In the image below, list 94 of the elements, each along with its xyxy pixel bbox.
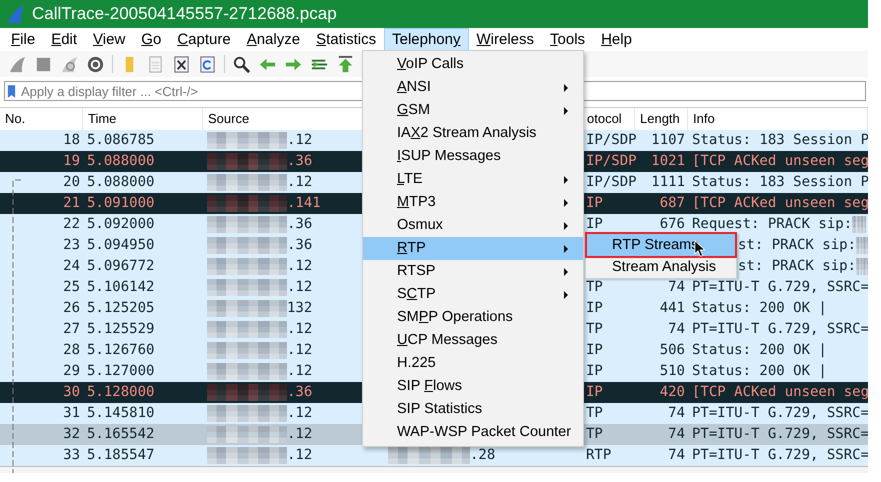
table-cell-text: PT=ITU-T G.729, SSRC= (692, 425, 868, 444)
table-cell-text: 506 (660, 341, 685, 360)
table-cell-text: .12 (287, 257, 312, 276)
table-cell-text: TP (586, 404, 603, 423)
table-cell-text: PT=ITU-T G.729, SSRC= (692, 446, 868, 465)
table-cell-text: 5.127000 (86, 362, 156, 381)
table-cell-text: 19 (62, 152, 81, 171)
table-cell-text: PT=ITU-T G.729, SSRC= (692, 320, 868, 339)
table-cell-text: .12 (287, 278, 312, 297)
table-cell-text: 31 (62, 404, 81, 423)
table-cell-text: RTP (586, 446, 612, 465)
table-cell-text: 29 (62, 362, 81, 381)
table-cell-text: 21 (62, 194, 81, 213)
table-cell-text: 5.096772 (86, 257, 156, 276)
table-cell-text: 28 (62, 341, 81, 360)
table-cell-text: 5.091000 (86, 194, 156, 213)
table-cell-text: .12 (287, 341, 312, 360)
table-cell-text: 132 (287, 299, 312, 318)
table-cell-text: 23 (62, 236, 81, 255)
table-cell-text: [TCP ACKed unseen seg (692, 194, 868, 213)
table-cell-text: 33 (62, 446, 81, 465)
table-cell-text: .36 (287, 215, 312, 234)
table-cell-text: 5.092000 (86, 215, 156, 234)
table-cell-text: IP (586, 194, 603, 213)
table-cell-text: 5.165542 (86, 425, 156, 444)
table-cell-text: 22 (62, 215, 81, 234)
table-cell-text: 420 (660, 383, 685, 402)
table-cell-text: TP (586, 320, 603, 339)
table-cell-text: 26 (62, 299, 81, 318)
table-cell-text: IP/SDP (586, 131, 637, 150)
table-cell-text: .36 (287, 383, 312, 402)
table-cell-text: Status: 200 OK | (692, 341, 827, 360)
table-cell-text: IP (586, 299, 603, 318)
table-cell-text: TP (586, 425, 603, 444)
table-cell-text: 441 (660, 299, 685, 318)
table-cell-text: Status: 200 OK | (692, 299, 827, 318)
table-cell-text: 1021 (651, 152, 685, 171)
table-cell-text: 5.088000 (86, 173, 156, 192)
table-cell-text: .28 (470, 446, 496, 465)
table-cell-text: .12 (287, 362, 312, 381)
table-cell-text: 5.125205 (86, 299, 156, 318)
table-cell-text: st: PRACK sip: (738, 257, 856, 276)
table-cell-text: 5.125529 (86, 320, 156, 339)
table-cell-text: 5.145810 (86, 404, 156, 423)
table-cell-text: IP/SDP (586, 173, 637, 192)
window-title: CallTrace-200504145557-2712688.pcap (32, 4, 337, 24)
table-cell-text: 18 (62, 131, 81, 150)
table-cell-text: 27 (62, 320, 81, 339)
table-cell-text: 74 (668, 278, 685, 297)
table-cell-text: .12 (287, 425, 312, 444)
table-cell-text: IP (586, 341, 603, 360)
table-cell-text: Request: PRACK sip: (692, 215, 852, 234)
table-cell-text: 687 (660, 194, 685, 213)
table-cell-text: IP/SDP (586, 152, 637, 171)
table-cell-text: PT=ITU-T G.729, SSRC= (692, 404, 868, 423)
table-cell-text: .12 (287, 320, 312, 339)
table-cell-text: .12 (287, 131, 312, 150)
table-cell-text: 20 (62, 173, 81, 192)
table-cell-text: IP (586, 362, 603, 381)
table-cell-text: PT=ITU-T G.729, SSRC= (692, 278, 868, 297)
table-cell-text: .36 (287, 236, 312, 255)
table-cell-text: 5.126760 (86, 341, 156, 360)
table-cell-text: .12 (287, 446, 312, 465)
table-cell-text: Status: 183 Session P (692, 131, 868, 150)
table-cell-text: 74 (668, 320, 685, 339)
table-cell-text: 24 (62, 257, 81, 276)
table-cell-text: 676 (660, 215, 685, 234)
table-cell-text: IP (586, 383, 603, 402)
table-cell-text: st: PRACK sip: (738, 236, 856, 255)
table-cell-text: .12 (287, 173, 312, 192)
table-cell-text: 5.106142 (86, 278, 156, 297)
table-cell-text: [TCP ACKed unseen seg (692, 383, 868, 402)
table-cell-text: 74 (668, 446, 685, 465)
table-cell-text: 5.088000 (86, 152, 156, 171)
table-cell-text: 5.128000 (86, 383, 156, 402)
table-cell-text: 74 (668, 404, 685, 423)
table-cell-text: .12 (287, 404, 312, 423)
table-cell-text: Status: 183 Session P (692, 173, 868, 192)
table-cell-text: .36 (287, 152, 312, 171)
table-cell-text: IP (586, 215, 603, 234)
table-cell-text: [TCP ACKed unseen seg (692, 152, 868, 171)
table-cell-text: 30 (62, 383, 81, 402)
table-cell-text: 5.086785 (86, 131, 156, 150)
table-cell-text: 510 (660, 362, 685, 381)
table-cell-text: .141 (287, 194, 321, 213)
table-cell-text: 5.094950 (86, 236, 156, 255)
table-cell-text: 25 (62, 278, 81, 297)
table-cell-text: 5.185547 (86, 446, 156, 465)
table-cell-text: TP (586, 278, 603, 297)
table-cell-text: 74 (668, 425, 685, 444)
table-cell-text: 32 (62, 425, 81, 444)
table-cell-text: 1107 (651, 131, 685, 150)
table-cell-text: Status: 200 OK | (692, 362, 827, 381)
table-cell-text: 1111 (651, 173, 685, 192)
